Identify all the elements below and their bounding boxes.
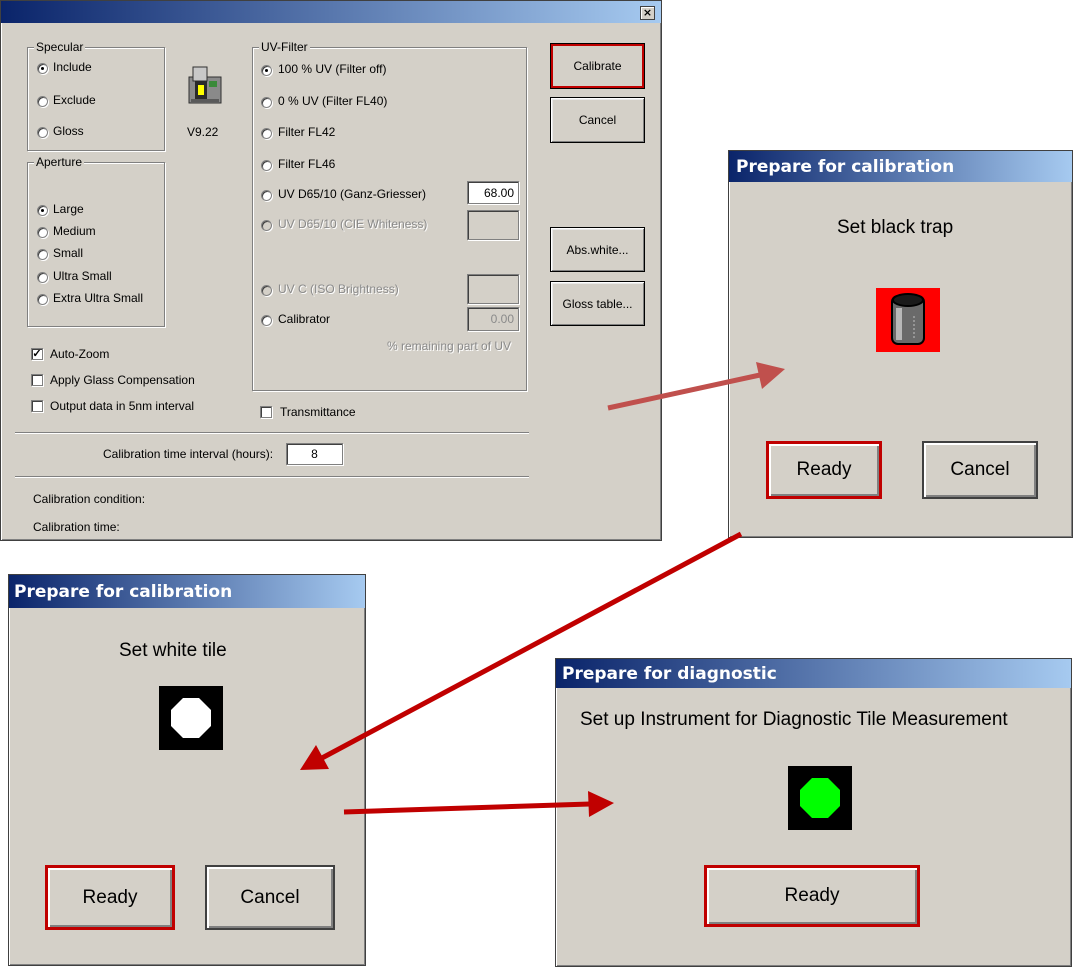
- 5nm-interval-label: Output data in 5nm interval: [50, 399, 195, 413]
- black-trap-icon: [876, 288, 940, 352]
- aperture-medium-radio[interactable]: [37, 227, 48, 238]
- calibration-condition-label: Calibration condition:: [33, 492, 146, 506]
- black-trap-cancel-button[interactable]: Cancel: [922, 441, 1038, 499]
- calibration-settings-dialog: × Specular Include Exclude Gloss V9.22 A…: [0, 0, 662, 541]
- filter-fl42-label: Filter FL42: [278, 125, 336, 139]
- uv-ganz-griesser-label: UV D65/10 (Ganz-Griesser): [278, 187, 427, 201]
- black-trap-dialog: Prepare for calibration Set black trap R…: [728, 150, 1073, 538]
- calibrator-value-field[interactable]: 0.00: [467, 307, 519, 331]
- glass-compensation-checkbox[interactable]: [31, 374, 43, 386]
- main-title-bar: ×: [1, 1, 661, 23]
- calibrate-button[interactable]: Calibrate: [550, 43, 645, 89]
- aperture-large-label: Large: [53, 202, 84, 216]
- cie-whiteness-value-field[interactable]: [467, 210, 519, 240]
- interval-label: Calibration time interval (hours):: [103, 447, 274, 461]
- abs-white-button[interactable]: Abs.white...: [550, 227, 645, 272]
- diagnostic-title: Prepare for diagnostic: [562, 664, 777, 684]
- diagnostic-title-bar: Prepare for diagnostic: [556, 659, 1071, 688]
- specular-gloss-label: Gloss: [53, 124, 84, 138]
- separator-upper: [15, 432, 529, 434]
- white-tile-dialog: Prepare for calibration Set white tile R…: [8, 574, 366, 966]
- close-icon: ×: [642, 6, 653, 19]
- specular-exclude-label: Exclude: [53, 93, 96, 107]
- cancel-button[interactable]: Cancel: [550, 97, 645, 143]
- uv-filter-legend: UV-Filter: [259, 40, 310, 54]
- aperture-legend: Aperture: [34, 155, 85, 169]
- specular-include-label: Include: [53, 60, 92, 74]
- version-label: V9.22: [187, 125, 219, 139]
- uv-100-label: 100 % UV (Filter off): [278, 62, 387, 76]
- close-button[interactable]: ×: [640, 6, 655, 20]
- aperture-extra-ultra-small-label: Extra Ultra Small: [53, 291, 144, 305]
- aperture-large-radio[interactable]: [37, 205, 48, 216]
- aperture-small-radio[interactable]: [37, 249, 48, 260]
- uv-iso-brightness-radio[interactable]: [261, 285, 272, 296]
- diagnostic-tile-icon: [788, 766, 852, 830]
- black-trap-title: Prepare for calibration: [736, 157, 955, 177]
- filter-fl46-label: Filter FL46: [278, 157, 336, 171]
- diagnostic-dialog: Prepare for diagnostic Set up Instrument…: [555, 658, 1072, 967]
- uv-cie-whiteness-radio[interactable]: [261, 220, 272, 231]
- uv-100-radio[interactable]: [261, 65, 272, 76]
- aperture-medium-label: Medium: [53, 224, 96, 238]
- aperture-small-label: Small: [53, 246, 84, 260]
- instrument-icon: [187, 65, 223, 105]
- transmittance-checkbox[interactable]: [260, 406, 272, 418]
- specular-legend: Specular: [34, 40, 86, 54]
- auto-zoom-checkbox[interactable]: ✓: [31, 348, 43, 360]
- black-trap-message: Set black trap: [837, 217, 954, 238]
- white-tile-icon: [159, 686, 223, 750]
- aperture-extra-ultra-small-radio[interactable]: [37, 294, 48, 305]
- interval-input[interactable]: 8: [286, 443, 343, 465]
- calibrator-label: Calibrator: [278, 312, 331, 326]
- uv-ganz-griesser-radio[interactable]: [261, 190, 272, 201]
- uv-iso-brightness-label: UV C (ISO Brightness): [278, 282, 399, 296]
- separator-lower: [15, 476, 529, 478]
- diagnostic-message: Set up Instrument for Diagnostic Tile Me…: [580, 709, 1008, 730]
- aperture-ultra-small-radio[interactable]: [37, 272, 48, 283]
- 5nm-interval-checkbox[interactable]: [31, 400, 43, 412]
- specular-gloss-radio[interactable]: [37, 127, 48, 138]
- white-tile-message: Set white tile: [119, 640, 227, 661]
- ganz-griesser-value-field[interactable]: 68.00: [467, 181, 519, 204]
- aperture-ultra-small-label: Ultra Small: [53, 269, 112, 283]
- auto-zoom-label: Auto-Zoom: [50, 347, 110, 361]
- white-tile-cancel-button[interactable]: Cancel: [205, 865, 335, 930]
- specular-exclude-radio[interactable]: [37, 96, 48, 107]
- black-trap-title-bar: Prepare for calibration: [729, 151, 1072, 182]
- filter-fl42-radio[interactable]: [261, 128, 272, 139]
- diagnostic-ready-button[interactable]: Ready: [704, 865, 920, 927]
- remaining-uv-note: % remaining part of UV: [387, 339, 512, 353]
- uv-0-label: 0 % UV (Filter FL40): [278, 94, 388, 108]
- calibration-time-label: Calibration time:: [33, 520, 120, 534]
- transmittance-label: Transmittance: [280, 405, 356, 419]
- iso-brightness-value-field[interactable]: [467, 274, 519, 304]
- specular-include-radio[interactable]: [37, 63, 48, 74]
- filter-fl46-radio[interactable]: [261, 160, 272, 171]
- gloss-table-button[interactable]: Gloss table...: [550, 281, 645, 326]
- black-trap-ready-button[interactable]: Ready: [766, 441, 882, 499]
- uv-0-radio[interactable]: [261, 97, 272, 108]
- calibrator-radio[interactable]: [261, 315, 272, 326]
- glass-compensation-label: Apply Glass Compensation: [50, 373, 195, 387]
- white-tile-title: Prepare for calibration: [14, 582, 233, 602]
- white-tile-title-bar: Prepare for calibration: [9, 575, 365, 608]
- uv-cie-whiteness-label: UV D65/10 (CIE Whiteness): [278, 217, 428, 231]
- white-tile-ready-button[interactable]: Ready: [45, 865, 175, 930]
